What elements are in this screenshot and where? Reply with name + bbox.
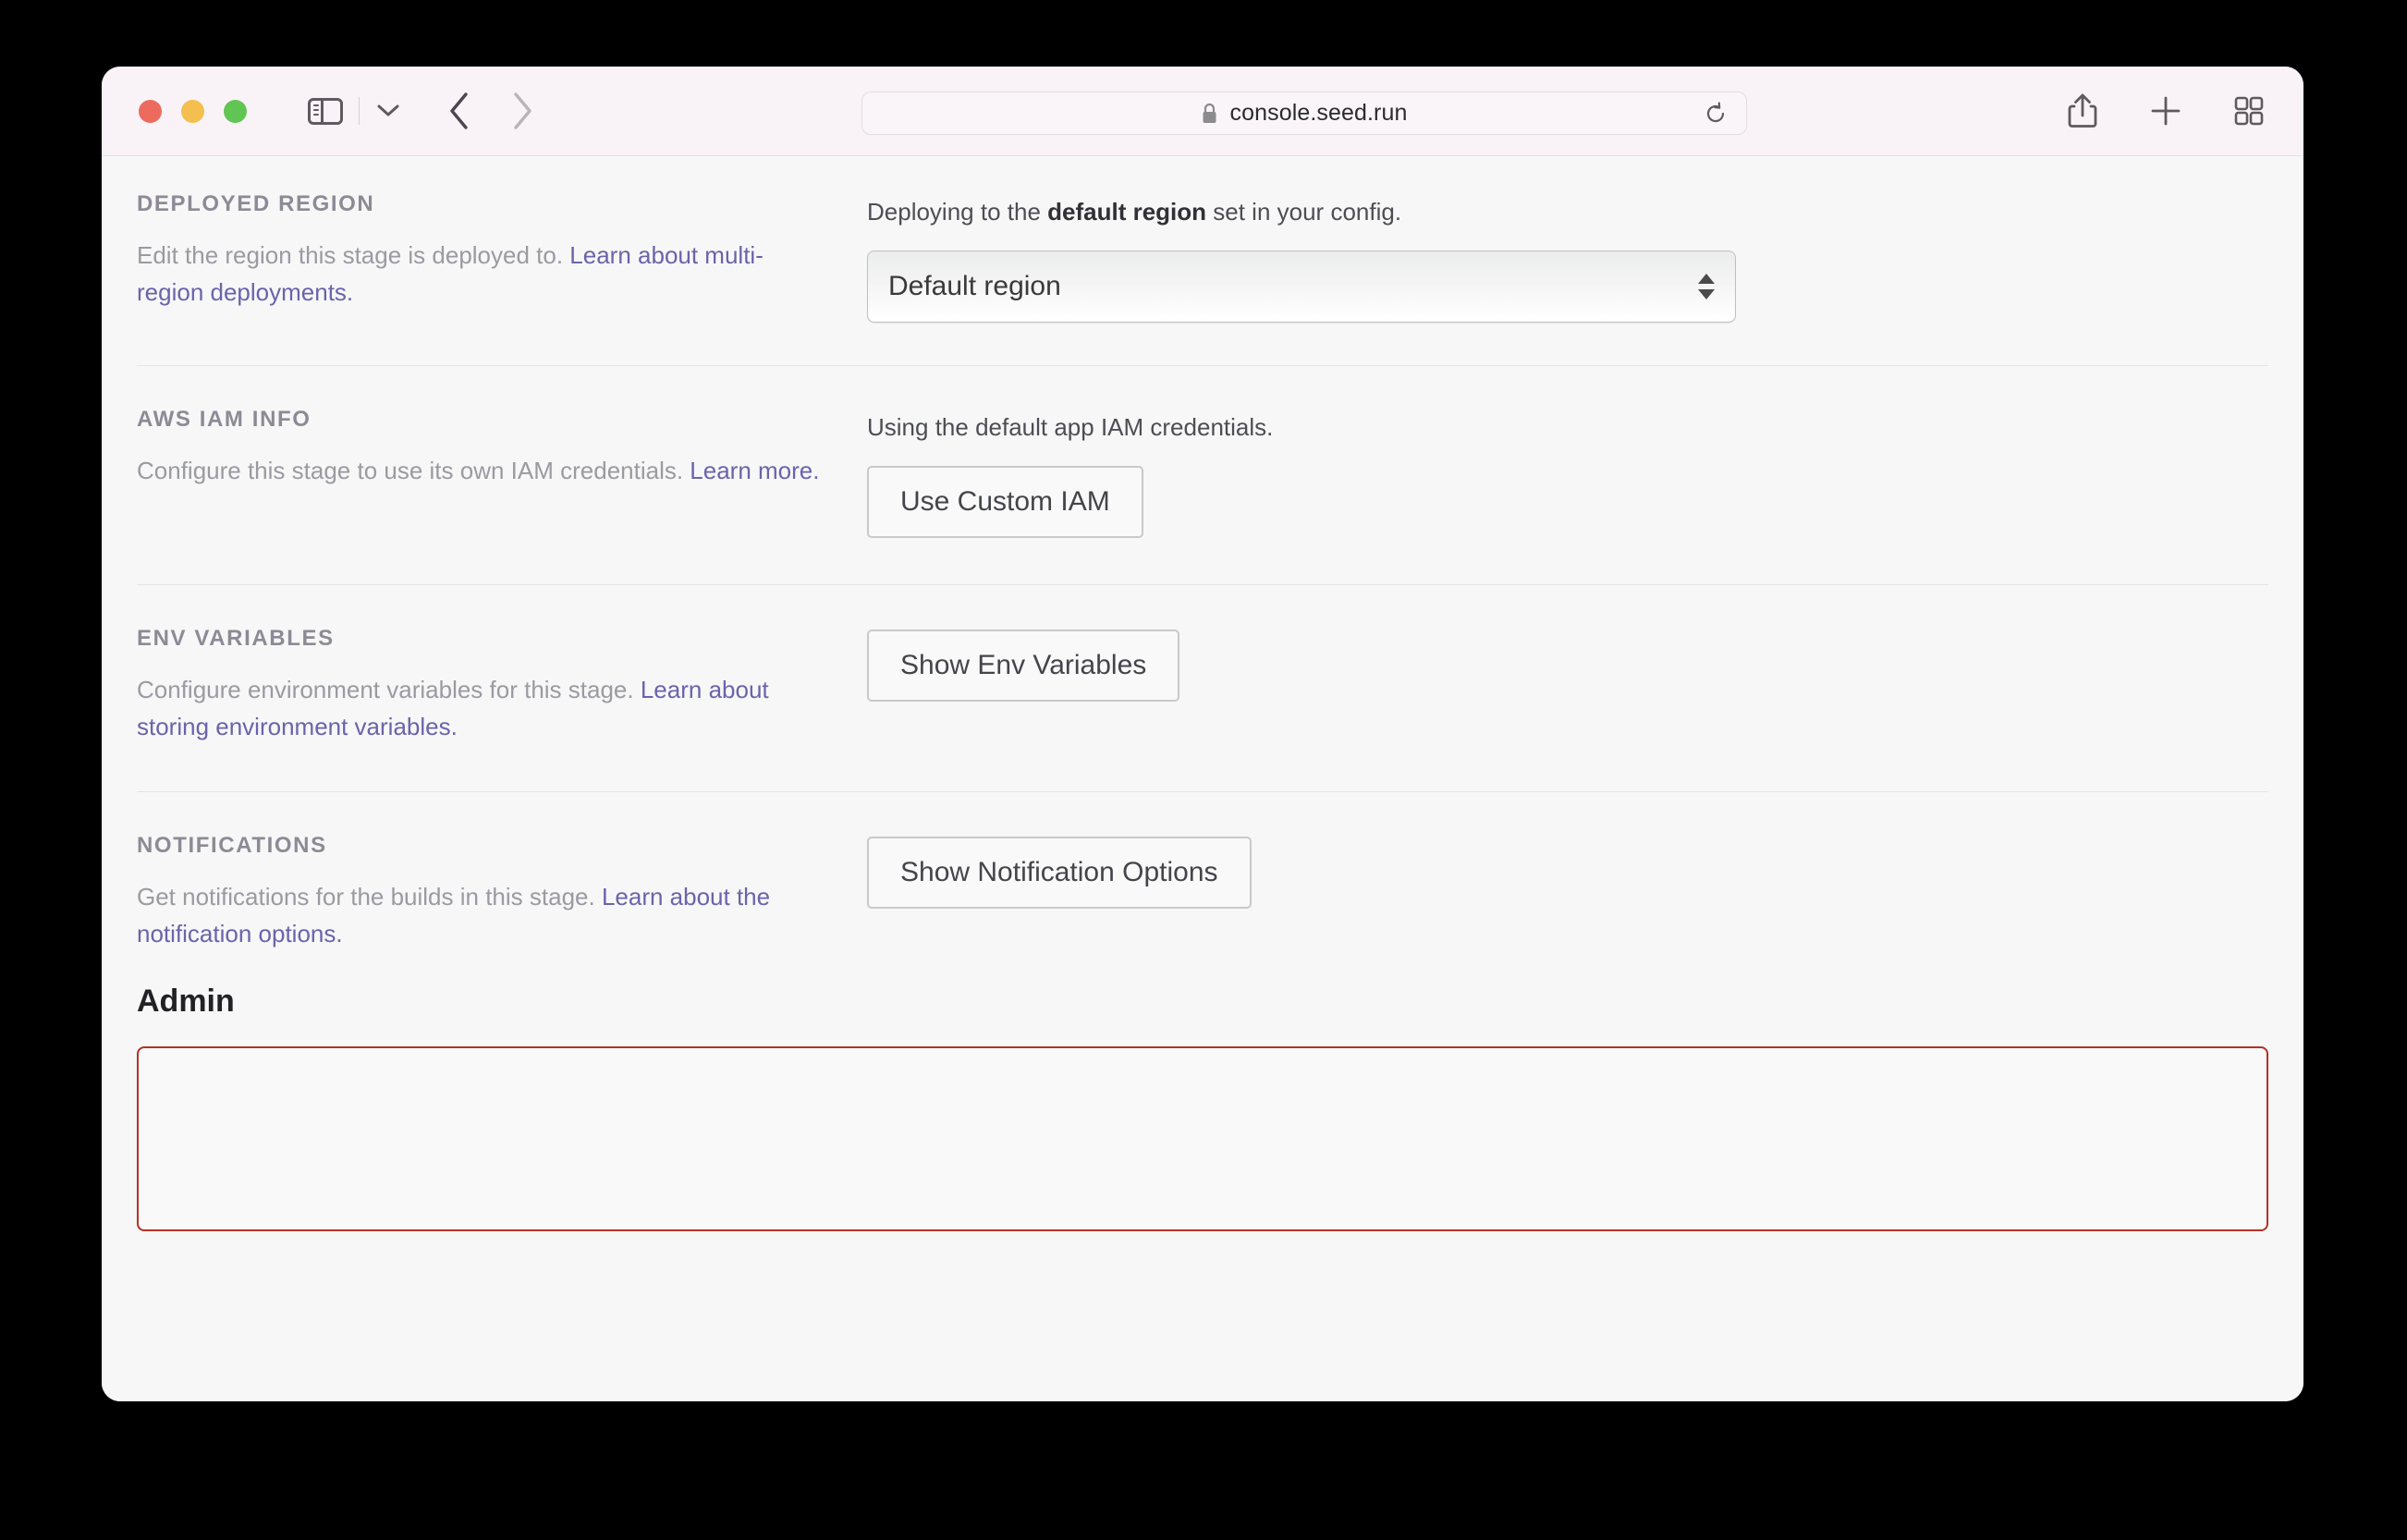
region-select-value: Default region [888, 271, 1061, 301]
browser-window: console.seed.run DEPLOYED REGION Edit th… [102, 67, 2303, 1401]
deployed-region-note: Deploying to the default region set in y… [867, 195, 2303, 228]
region-select[interactable]: Default region [867, 251, 1736, 323]
section-left-column: AWS IAM INFO Configure this stage to use… [137, 407, 867, 538]
new-tab-button[interactable] [2146, 92, 2185, 130]
plus-icon [2151, 96, 2181, 126]
back-chevron-icon [450, 92, 468, 129]
close-window-button[interactable] [139, 99, 162, 123]
section-right-column: Deploying to the default region set in y… [867, 191, 2303, 323]
reload-icon [1706, 101, 1725, 122]
share-button[interactable] [2063, 92, 2102, 130]
maximize-window-button[interactable] [224, 99, 247, 123]
section-env-variables: ENV VARIABLES Configure environment vari… [102, 585, 2303, 791]
forward-chevron-icon [514, 92, 531, 129]
show-env-variables-button[interactable]: Show Env Variables [867, 629, 1180, 702]
sidebar-controls [305, 95, 402, 127]
tab-overview-icon [2234, 96, 2264, 126]
back-button[interactable] [441, 90, 478, 132]
section-title: ENV VARIABLES [137, 626, 335, 651]
url-text: console.seed.run [1229, 100, 1408, 126]
section-left-column: ENV VARIABLES Configure environment vari… [137, 626, 867, 745]
chevron-down-icon [377, 104, 399, 116]
section-description: Edit the region this stage is deployed t… [137, 237, 830, 311]
section-title: NOTIFICATIONS [137, 833, 327, 858]
section-description: Configure environment variables for this… [137, 671, 830, 745]
show-notification-options-button[interactable]: Show Notification Options [867, 837, 1252, 909]
description-text: Edit the region this stage is deployed t… [137, 241, 570, 269]
tab-overview-button[interactable] [2230, 92, 2268, 130]
lock-icon [1203, 103, 1216, 123]
section-title: AWS IAM INFO [137, 407, 312, 432]
section-aws-iam-info: AWS IAM INFO Configure this stage to use… [102, 366, 2303, 584]
description-text: Configure environment variables for this… [137, 676, 641, 703]
note-suffix: set in your config. [1206, 198, 1402, 226]
navigation-arrows [441, 90, 541, 132]
section-right-column: Show Env Variables [867, 626, 2303, 745]
description-text: Configure this stage to use its own IAM … [137, 457, 690, 484]
description-text: Get notifications for the builds in this… [137, 883, 602, 911]
section-description: Configure this stage to use its own IAM … [137, 452, 830, 489]
section-left-column: DEPLOYED REGION Edit the region this sta… [137, 191, 867, 323]
section-right-column: Using the default app IAM credentials. U… [867, 407, 2303, 538]
section-right-column: Show Notification Options [867, 833, 2303, 952]
section-left-column: NOTIFICATIONS Get notifications for the … [137, 833, 867, 952]
stepper-arrows-icon [1698, 274, 1715, 299]
use-custom-iam-button[interactable]: Use Custom IAM [867, 466, 1143, 538]
iam-learn-more-link[interactable]: Learn more. [690, 457, 819, 484]
toolbar-divider [359, 97, 360, 125]
address-bar-content: console.seed.run [1201, 100, 1407, 127]
forward-button[interactable] [504, 90, 541, 132]
iam-credentials-note: Using the default app IAM credentials. [867, 413, 1274, 441]
note-prefix: Deploying to the [867, 198, 1048, 226]
traffic-lights [139, 99, 247, 123]
browser-toolbar: console.seed.run [102, 67, 2303, 156]
admin-danger-panel [137, 1046, 2268, 1231]
toolbar-right-actions [2063, 92, 2268, 130]
minimize-window-button[interactable] [181, 99, 204, 123]
page-content: DEPLOYED REGION Edit the region this sta… [102, 156, 2303, 1401]
share-icon [2068, 93, 2097, 128]
address-bar[interactable]: console.seed.run [861, 92, 1747, 135]
section-description: Get notifications for the builds in this… [137, 878, 830, 952]
sidebar-toggle-icon [308, 97, 343, 125]
section-title: DEPLOYED REGION [137, 191, 375, 216]
section-notifications: NOTIFICATIONS Get notifications for the … [102, 792, 2303, 984]
note-bold: default region [1047, 198, 1207, 226]
admin-heading: Admin [137, 984, 235, 1019]
sidebar-toggle-button[interactable] [305, 95, 346, 127]
reload-button[interactable] [1702, 100, 1729, 128]
section-deployed-region: DEPLOYED REGION Edit the region this sta… [102, 156, 2303, 365]
sidebar-lines-icon [313, 104, 319, 118]
sidebar-menu-button[interactable] [374, 97, 402, 125]
